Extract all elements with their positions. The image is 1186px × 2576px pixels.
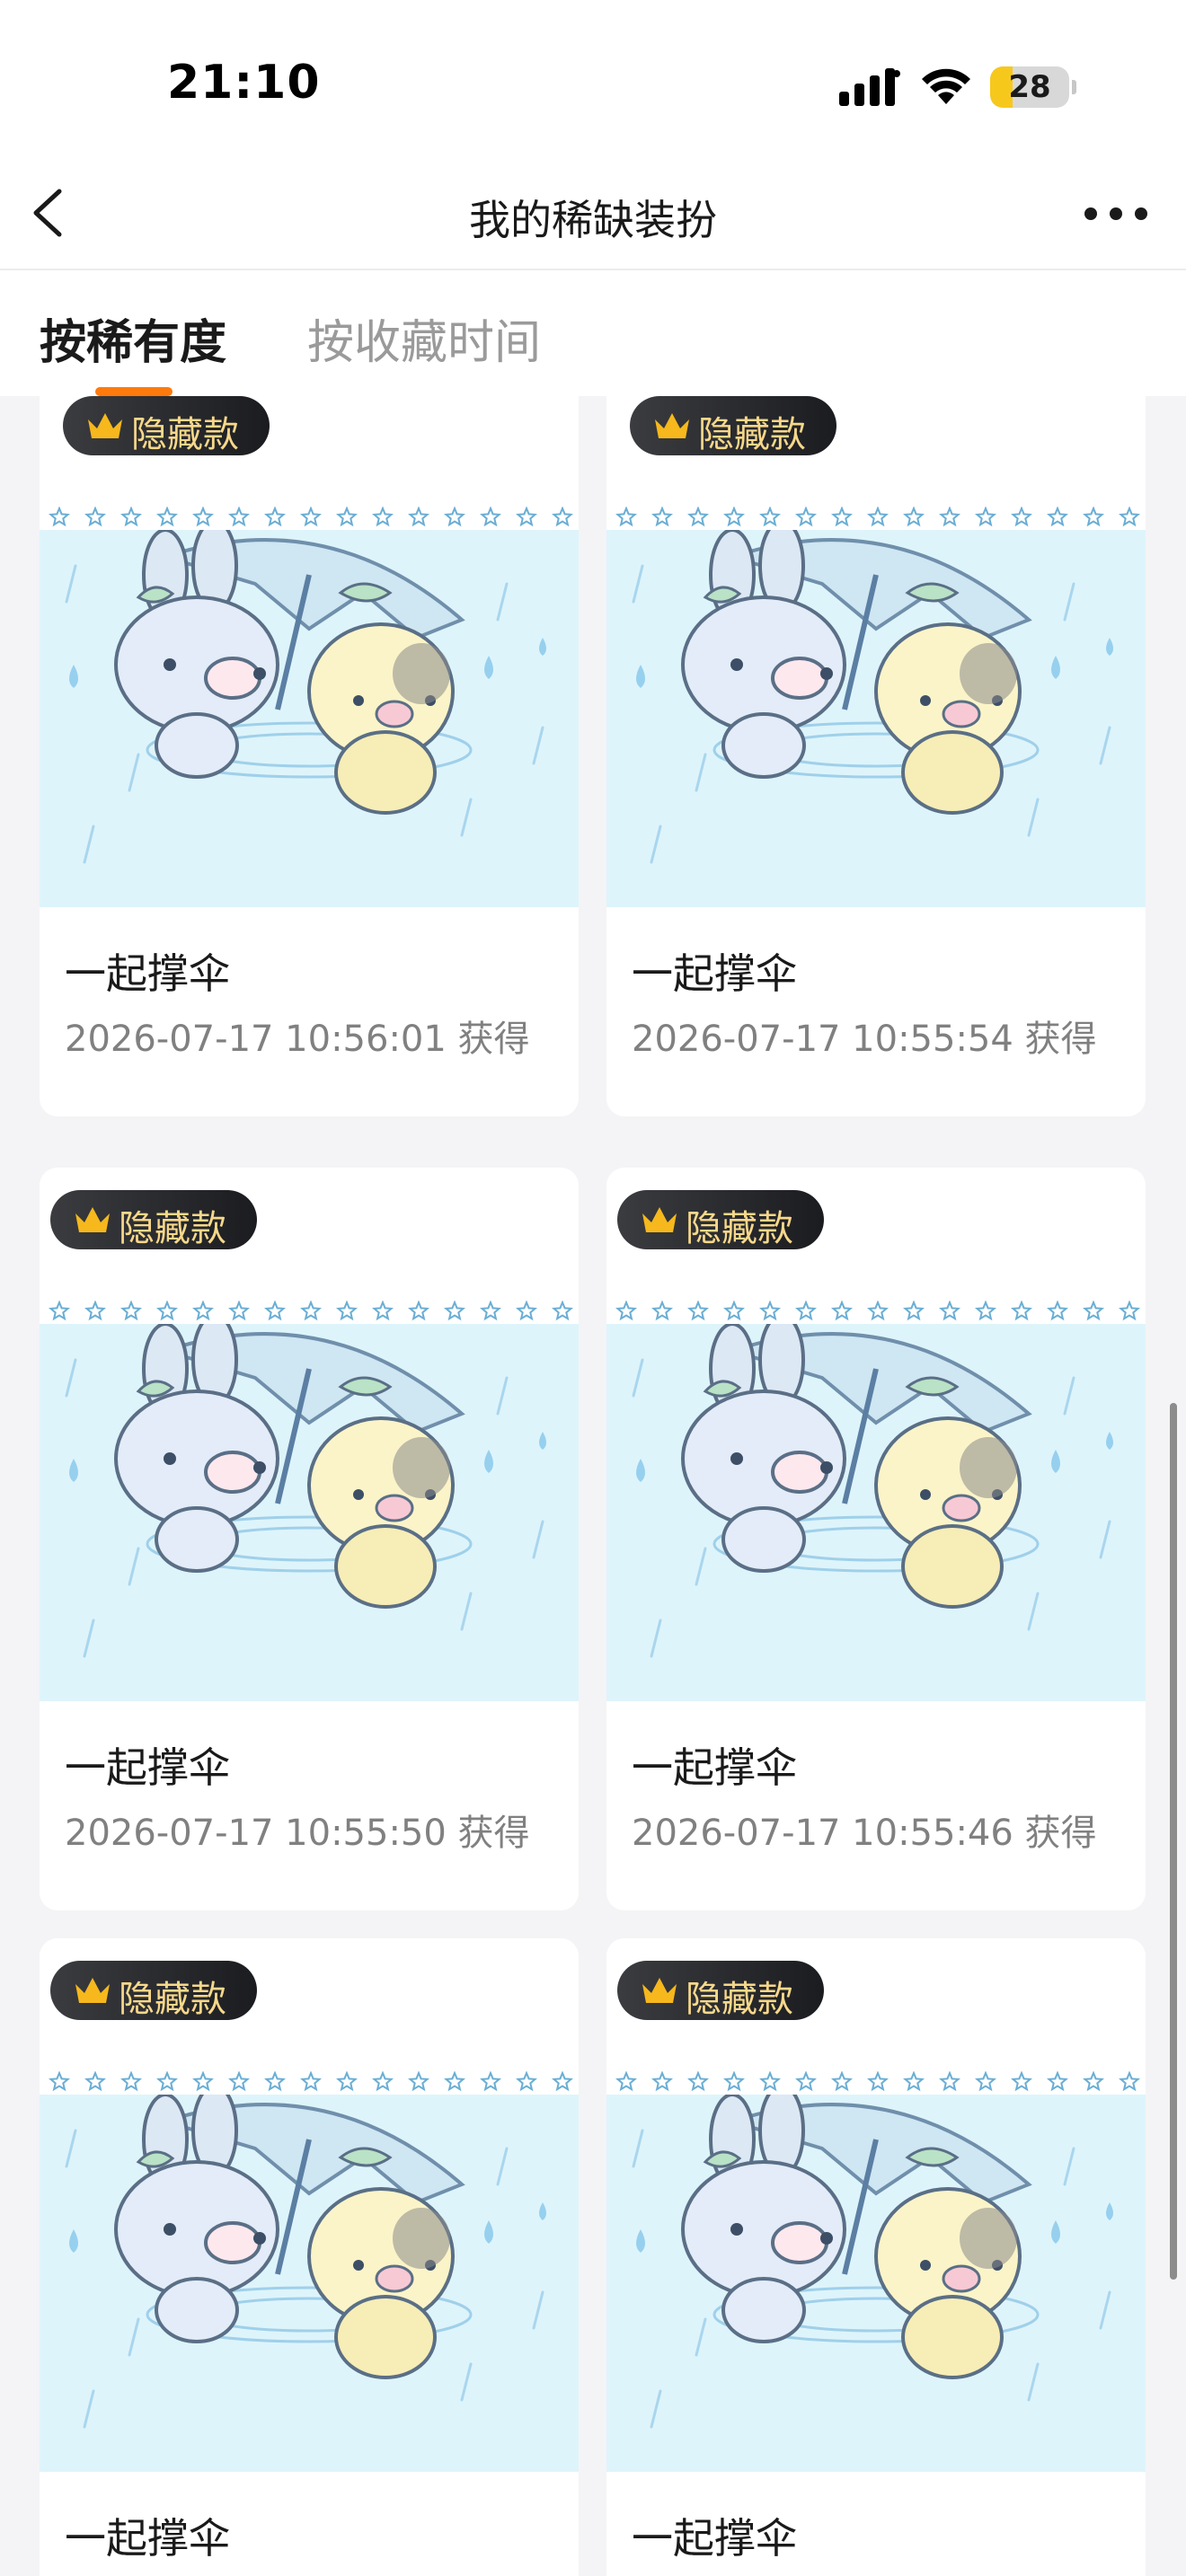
star-border-decoration — [615, 1301, 1140, 1321]
sort-tabs: 按稀有度 按收藏时间 — [0, 270, 1186, 396]
star-border-decoration — [615, 507, 1140, 527]
obtained-time: 2026-07-17 10:56:01 获得 — [65, 1019, 530, 1060]
badge-label: 隐藏款 — [698, 414, 806, 455]
status-time: 21:10 — [167, 56, 321, 110]
rarity-badge: 隐藏款 — [50, 1190, 257, 1249]
outfit-name: 一起撑伞 — [632, 2514, 797, 2563]
star-border-decoration — [49, 507, 573, 527]
outfit-name: 一起撑伞 — [65, 949, 230, 998]
rarity-badge: 隐藏款 — [630, 396, 836, 455]
outfit-image — [40, 530, 579, 907]
badge-label: 隐藏款 — [131, 414, 239, 455]
badge-label: 隐藏款 — [119, 1208, 226, 1249]
rarity-badge: 隐藏款 — [617, 1190, 824, 1249]
crown-icon — [655, 413, 689, 438]
obtained-time: 2026-07-17 10:55:54 获得 — [632, 1019, 1097, 1060]
star-border-decoration — [49, 1301, 573, 1321]
rarity-badge: 隐藏款 — [50, 1961, 257, 2020]
badge-label: 隐藏款 — [686, 1208, 793, 1249]
rarity-badge: 隐藏款 — [617, 1961, 824, 2020]
active-tab-indicator — [95, 387, 173, 396]
outfit-name: 一起撑伞 — [632, 949, 797, 998]
scrollbar[interactable] — [1170, 1403, 1177, 2280]
crown-icon — [642, 1207, 677, 1232]
outfit-card[interactable]: 隐藏款 一起撑伞 2026-07-17 10:55:50 获得 — [40, 1168, 579, 1910]
obtained-time: 2026-07-17 10:55:50 获得 — [65, 1813, 530, 1854]
outfit-card[interactable]: 隐藏款 一起撑伞 — [606, 1938, 1146, 2576]
outfit-image — [606, 1324, 1146, 1701]
badge-label: 隐藏款 — [119, 1979, 226, 2020]
outfit-image — [40, 1324, 579, 1701]
crown-icon — [75, 1207, 110, 1232]
tab-by-collect-time[interactable]: 按收藏时间 — [307, 304, 541, 372]
outfit-card[interactable]: 隐藏款 一起撑伞 2026-07-17 10:56:01 获得 — [40, 396, 579, 1116]
crown-icon — [88, 413, 122, 438]
rarity-badge: 隐藏款 — [63, 396, 270, 455]
outfit-name: 一起撑伞 — [632, 1743, 797, 1792]
outfit-image — [40, 2095, 579, 2472]
crown-icon — [642, 1978, 677, 2003]
outfit-image — [606, 530, 1146, 907]
tab-by-rarity[interactable]: 按稀有度 — [40, 304, 226, 372]
outfit-card[interactable]: 隐藏款 一起撑伞 — [40, 1938, 579, 2576]
outfit-card[interactable]: 隐藏款 一起撑伞 2026-07-17 10:55:46 获得 — [606, 1168, 1146, 1910]
outfit-image — [606, 2095, 1146, 2472]
outfit-grid: 隐藏款 一起撑伞 2026-07-17 10:56:01 获得 隐藏款 一起撑伞… — [0, 396, 1186, 2576]
wifi-icon — [922, 68, 970, 104]
cellular-signal-icon — [839, 68, 900, 106]
star-border-decoration — [615, 2071, 1140, 2092]
battery-level: 28 — [1008, 69, 1051, 105]
badge-label: 隐藏款 — [686, 1979, 793, 2020]
page-title: 我的稀缺装扮 — [469, 196, 717, 244]
nav-bar: 我的稀缺装扮 — [0, 157, 1186, 270]
outfit-name: 一起撑伞 — [65, 1743, 230, 1792]
battery-indicator: 28 — [990, 66, 1076, 108]
status-bar: 21:10 28 — [0, 0, 1186, 157]
more-options-icon[interactable] — [1078, 193, 1154, 234]
obtained-time: 2026-07-17 10:55:46 获得 — [632, 1813, 1097, 1854]
outfit-name: 一起撑伞 — [65, 2514, 230, 2563]
crown-icon — [75, 1978, 110, 2003]
star-border-decoration — [49, 2071, 573, 2092]
outfit-card[interactable]: 隐藏款 一起撑伞 2026-07-17 10:55:54 获得 — [606, 396, 1146, 1116]
